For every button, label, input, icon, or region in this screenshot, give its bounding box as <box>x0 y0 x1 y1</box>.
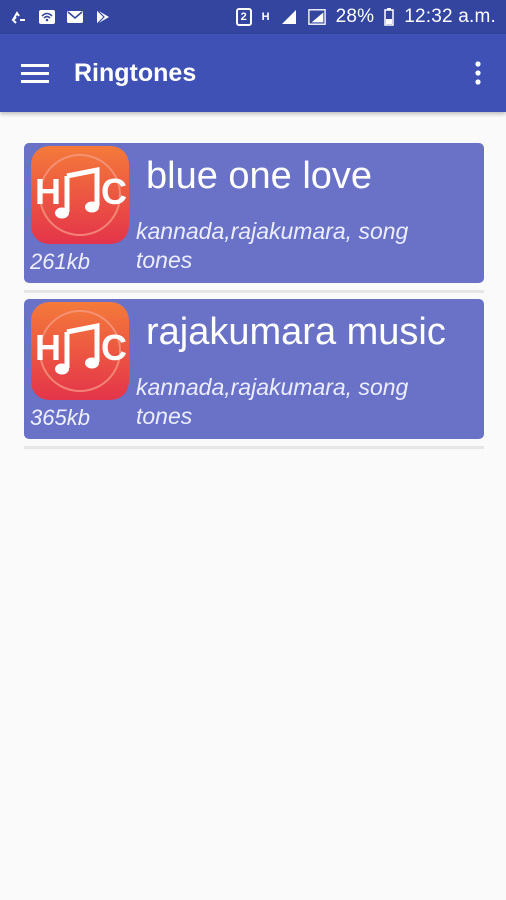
ringtone-item[interactable]: H C 261kb blue one love kannada,rajakuma… <box>24 143 484 283</box>
network-type: H <box>261 11 270 23</box>
hamburger-menu-icon <box>21 64 49 83</box>
logo-letters: H <box>35 171 61 212</box>
signal-icon <box>280 8 298 26</box>
status-bar: 2 H 28% 12:32 a.m. <box>0 0 506 34</box>
battery-icon <box>384 8 394 26</box>
file-size: 365kb <box>30 405 90 430</box>
ringtone-title: rajakumara music <box>146 311 446 353</box>
file-size: 261kb <box>30 249 90 274</box>
app-logo: H C <box>31 146 129 244</box>
ringtone-list: H C 261kb blue one love kannada,rajakuma… <box>24 143 484 455</box>
battery-percent: 28% <box>335 6 375 27</box>
wifi-box-icon <box>38 8 56 26</box>
app-logo: H C <box>31 302 129 400</box>
divider <box>24 446 484 449</box>
toolbar: Ringtones <box>0 34 506 112</box>
sim-badge-icon: 2 <box>235 8 252 26</box>
ringtone-tags: kannada,rajakumara, song tones <box>136 218 409 273</box>
mail-icon <box>66 8 84 26</box>
more-vert-icon <box>475 61 481 85</box>
notification-icons <box>10 8 112 26</box>
divider <box>24 290 484 293</box>
page-title: Ringtones <box>74 58 197 87</box>
overflow-menu-button[interactable] <box>466 53 490 93</box>
ringtone-tags: kannada,rajakumara, song tones <box>136 374 409 429</box>
signal-box-icon <box>307 8 326 26</box>
ringtone-title: blue one love <box>146 155 373 197</box>
svg-text:H: H <box>35 327 61 368</box>
svg-text:C: C <box>101 171 127 212</box>
sim-badge-number: 2 <box>240 11 247 23</box>
system-icons: 2 H 28% 12:32 a.m. <box>235 6 496 28</box>
clock: 12:32 a.m. <box>404 6 496 27</box>
ringtone-item[interactable]: H C 365kb rajakumara music kannada,rajak… <box>24 299 484 439</box>
recycle-icon <box>10 8 28 26</box>
navigation-menu-button[interactable] <box>20 58 50 88</box>
play-store-icon <box>94 8 112 26</box>
svg-text:C: C <box>101 327 127 368</box>
